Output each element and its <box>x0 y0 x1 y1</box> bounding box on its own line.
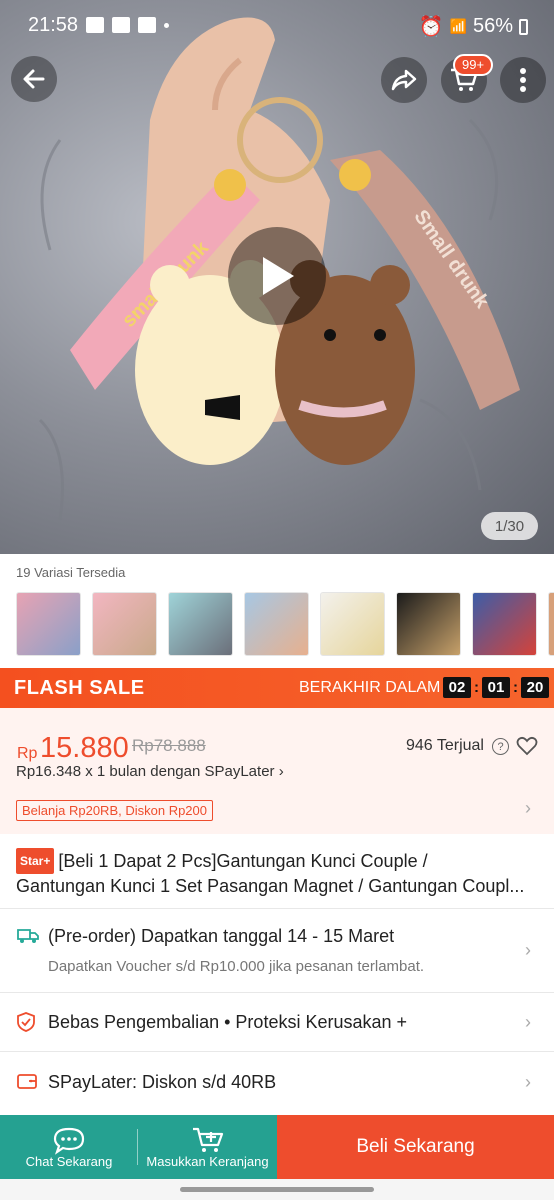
flash-sale-banner: FLASH SALE BERAKHIR DALAM 02 : 01 : 20 <box>0 668 554 708</box>
chat-label: Chat Sekarang <box>25 1154 113 1169</box>
returns-row[interactable]: Bebas Pengembalian • Proteksi Kerusakan … <box>0 993 554 1051</box>
promo-tag[interactable]: Belanja Rp20RB, Diskon Rp200 <box>16 800 213 821</box>
shipping-row[interactable]: (Pre-order) Dapatkan tanggal 14 - 15 Mar… <box>0 909 554 992</box>
variation-thumb[interactable] <box>548 592 554 656</box>
image-pager: 1/30 <box>481 512 538 540</box>
alarm-icon: ⏰ <box>418 16 444 38</box>
spaylater-row[interactable]: SPayLater: Diskon s/d 40RB › <box>0 1052 554 1112</box>
timer-minutes: 01 <box>482 677 510 698</box>
system-nav-bar <box>0 1179 554 1200</box>
original-price: Rp78.888 <box>132 736 206 755</box>
chat-button[interactable]: Chat Sekarang <box>0 1115 138 1179</box>
title-line-1: [Beli 1 Dapat 2 Pcs]Gantungan Kunci Coup… <box>58 851 428 871</box>
heart-icon[interactable] <box>516 736 538 756</box>
buy-now-button[interactable]: Beli Sekarang <box>277 1115 554 1179</box>
variation-thumb[interactable] <box>16 592 81 656</box>
spaylater-discount: SPayLater: Diskon s/d 40RB <box>48 1072 277 1092</box>
product-image[interactable]: small drunk Small drunk 21:58 ⏰ 📶 56% 99… <box>0 0 554 554</box>
variation-thumb[interactable] <box>472 592 537 656</box>
chevron-right-icon: › <box>525 940 531 960</box>
star-plus-badge: Star+ <box>16 848 55 874</box>
play-icon <box>263 257 294 295</box>
price-section: Rp 15.880 Rp78.888 946 Terjual ? Rp16.34… <box>0 708 554 834</box>
mail-icon <box>112 17 130 33</box>
variation-thumb[interactable] <box>92 592 157 656</box>
timer-hours: 02 <box>443 677 471 698</box>
add-cart-label: Masukkan Keranjang <box>146 1154 269 1169</box>
share-button[interactable] <box>381 57 427 103</box>
battery-icon <box>519 18 528 35</box>
variation-thumb[interactable] <box>168 592 233 656</box>
bottom-action-bar: Chat Sekarang Masukkan Keranjang Beli Se… <box>0 1115 554 1179</box>
more-button[interactable] <box>500 57 546 103</box>
gallery-icon <box>138 17 156 33</box>
chevron-right-icon: › <box>525 798 531 818</box>
wallet-icon <box>17 1074 37 1089</box>
countdown-timer: 02 : 01 : 20 <box>443 677 549 698</box>
notification-icons <box>86 17 169 33</box>
variation-thumbnails[interactable] <box>16 592 554 656</box>
shipping-voucher-note: Dapatkan Voucher s/d Rp10.000 jika pesan… <box>48 958 425 975</box>
variations-label: 19 Variasi Tersedia <box>16 565 126 580</box>
cart-badge: 99+ <box>453 54 494 76</box>
chat-icon <box>53 1127 85 1155</box>
home-indicator[interactable] <box>180 1187 374 1192</box>
wifi-icon: 📶 <box>449 18 467 34</box>
installment-info[interactable]: Rp16.348 x 1 bulan dengan SPayLater › <box>16 763 284 780</box>
product-title: Star+ [Beli 1 Dapat 2 Pcs]Gantungan Kunci… <box>16 848 541 898</box>
add-to-cart-button[interactable]: Masukkan Keranjang <box>138 1115 277 1179</box>
status-bar: 21:58 ⏰ 📶 56% <box>0 0 554 52</box>
play-video-button[interactable] <box>228 227 326 325</box>
shield-icon <box>17 1012 35 1032</box>
status-time: 21:58 <box>28 14 79 36</box>
flash-sale-ends-label: BERAKHIR DALAM <box>299 679 441 696</box>
notification-icon <box>86 17 104 33</box>
more-vertical-icon <box>520 68 526 92</box>
variation-thumb[interactable] <box>244 592 309 656</box>
returns-info: Bebas Pengembalian • Proteksi Kerusakan … <box>48 1012 408 1032</box>
timer-seconds: 20 <box>521 677 549 698</box>
help-icon[interactable]: ? <box>492 738 509 755</box>
more-notifications-icon <box>164 23 169 28</box>
share-icon <box>391 69 417 91</box>
flash-sale-title: FLASH SALE <box>14 677 145 699</box>
chevron-right-icon: › <box>525 1012 531 1032</box>
add-cart-icon <box>193 1127 224 1152</box>
current-price: 15.880 <box>40 732 129 764</box>
shipping-estimate: (Pre-order) Dapatkan tanggal 14 - 15 Mar… <box>48 926 395 946</box>
battery-level: 56% <box>472 15 513 37</box>
status-right: ⏰ 📶 56% <box>419 14 528 39</box>
truck-icon <box>17 929 39 943</box>
price-currency: Rp <box>17 745 38 762</box>
variation-thumb[interactable] <box>396 592 461 656</box>
variation-thumb[interactable] <box>320 592 385 656</box>
sold-count: 946 Terjual <box>406 737 484 754</box>
chevron-right-icon: › <box>525 1072 531 1092</box>
back-arrow-icon <box>23 69 45 89</box>
title-line-2: Gantungan Kunci 1 Set Pasangan Magnet / … <box>16 876 525 896</box>
back-button[interactable] <box>11 56 57 102</box>
